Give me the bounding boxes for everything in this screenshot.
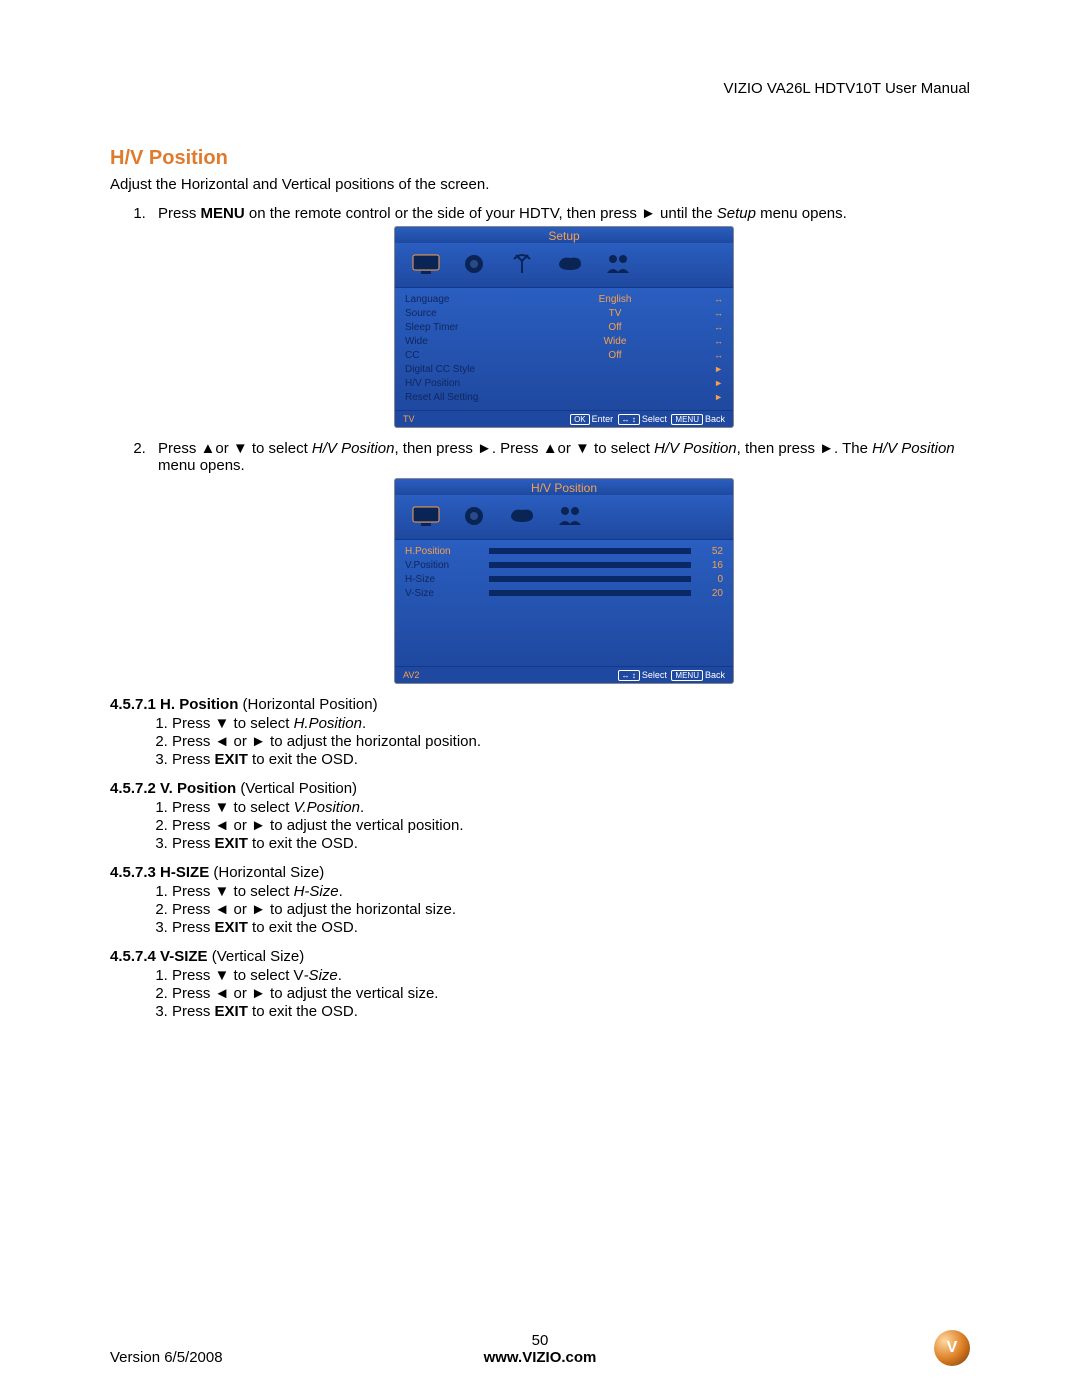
osd1-icon-row [395,243,733,288]
step-1: Press MENU on the remote control or the … [150,205,970,428]
list-item: Press EXIT to exit the OSD. [172,919,970,936]
osd1-row: Reset All Setting► [405,390,723,404]
people-icon [553,503,587,529]
list-item: Press ▼ to select H.Position. [172,715,970,732]
tv-icon [409,503,443,529]
antenna-icon [505,251,539,277]
slider-track [489,576,691,582]
people-icon [601,251,635,277]
page-number: 50 [110,1332,970,1349]
brain-icon [505,503,539,529]
osd2-row: H.Position52 [405,544,723,558]
subsection-hposition: 4.5.7.1 H. Position (Horizontal Position… [110,696,970,768]
manual-header: VIZIO VA26L HDTV10T User Manual [110,80,970,97]
osd1-row: Sleep TimerOff↔ [405,320,723,334]
osd2-footer: AV2 ↔ ↕Select MENUBack [395,666,733,683]
osd1-row: SourceTV↔ [405,306,723,320]
osd2-footer-nav: ↔ ↕Select MENUBack [616,670,725,680]
brain-icon [553,251,587,277]
step-2: Press ▲or ▼ to select H/V Position, then… [150,440,970,684]
vizio-logo-icon: V [934,1330,970,1366]
list-item: Press EXIT to exit the OSD. [172,751,970,768]
osd1-footer: TV OKEnter ↔ ↕Select MENUBack [395,410,733,427]
osd1-row: Digital CC Style► [405,362,723,376]
osd2-footer-source: AV2 [403,670,419,680]
osd1-row: WideWide↔ [405,334,723,348]
osd2-icon-row [395,495,733,540]
osd1-row: H/V Position► [405,376,723,390]
step-2-text: Press ▲or ▼ to select H/V Position, then… [158,440,955,474]
footer-url: www.VIZIO.com [110,1349,970,1366]
subsection-vposition: 4.5.7.2 V. Position (Vertical Position) … [110,780,970,852]
osd1-rows: LanguageEnglish↔ SourceTV↔ Sleep TimerOf… [395,288,733,410]
list-item: Press ▼ to select H-Size. [172,883,970,900]
osd1-title: Setup [395,227,733,243]
slider-track [489,562,691,568]
subsection-vsize: 4.5.7.4 V-SIZE (Vertical Size) Press ▼ t… [110,948,970,1020]
osd-hv-position-menu: H/V Position H.Position52 V.Position16 H… [394,478,734,684]
list-item: Press ◄ or ► to adjust the horizontal po… [172,733,970,750]
section-intro: Adjust the Horizontal and Vertical posit… [110,176,970,193]
list-item: Press EXIT to exit the OSD. [172,1003,970,1020]
osd1-footer-source: TV [403,414,415,424]
step-1-text: Press MENU on the remote control or the … [158,205,847,222]
osd2-title: H/V Position [395,479,733,495]
tv-icon [409,251,443,277]
osd2-row: V.Position16 [405,558,723,572]
footer-center: 50 www.VIZIO.com [110,1332,970,1366]
osd2-rows: H.Position52 V.Position16 H-Size0 V-Size… [395,540,733,666]
page-footer: Version 6/5/2008 50 www.VIZIO.com V [110,1330,970,1366]
subsection-hsize: 4.5.7.3 H-SIZE (Horizontal Size) Press ▼… [110,864,970,936]
list-item: Press ◄ or ► to adjust the vertical size… [172,985,970,1002]
osd-setup-menu: Setup LanguageEnglish↔ SourceTV↔ Sleep T… [394,226,734,428]
osd1-footer-nav: OKEnter ↔ ↕Select MENUBack [568,414,725,424]
osd2-row: H-Size0 [405,572,723,586]
osd1-row: LanguageEnglish↔ [405,292,723,306]
list-item: Press ◄ or ► to adjust the horizontal si… [172,901,970,918]
speaker-icon [457,503,491,529]
list-item: Press ▼ to select V-Size. [172,967,970,984]
list-item: Press ◄ or ► to adjust the vertical posi… [172,817,970,834]
slider-track [489,590,691,596]
osd2-row: V-Size20 [405,586,723,600]
osd1-row: CCOff↔ [405,348,723,362]
list-item: Press ▼ to select V.Position. [172,799,970,816]
list-item: Press EXIT to exit the OSD. [172,835,970,852]
speaker-icon [457,251,491,277]
slider-track [489,548,691,554]
section-title: H/V Position [110,147,970,170]
